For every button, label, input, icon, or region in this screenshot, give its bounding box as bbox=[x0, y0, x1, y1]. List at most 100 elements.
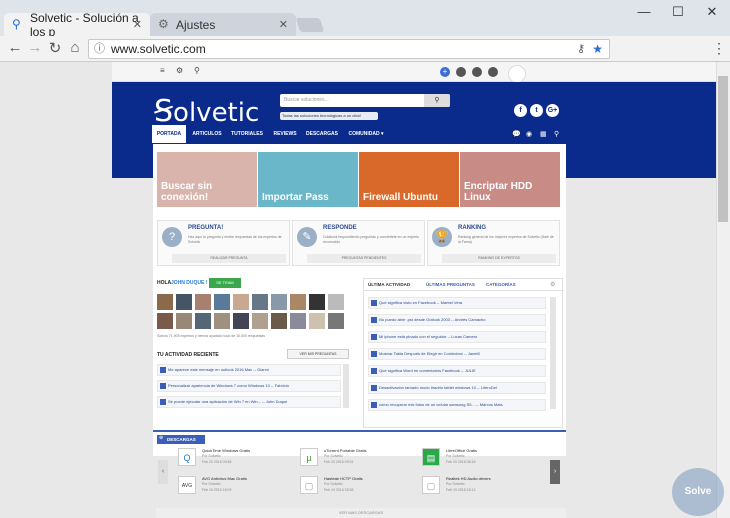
ver-mas-descargas-button[interactable]: VER MAS DESCARGAS bbox=[156, 508, 566, 518]
download-item[interactable]: AVG AVG Antivirus Mac Gratis Por Solveti… bbox=[178, 474, 298, 500]
nav-descargas[interactable]: DESCARGAS bbox=[304, 125, 340, 143]
activity-item[interactable]: Personalizar apariencia de Windows 7 com… bbox=[157, 380, 341, 392]
maximize-icon[interactable]: ☐ bbox=[668, 4, 688, 20]
avatar[interactable] bbox=[271, 294, 287, 310]
download-item[interactable]: ▢ Realtek HD Audio drivers Por Solvetic … bbox=[422, 474, 542, 500]
preguntas-pendientes-button[interactable]: PREGUNTAS PENDIENTES bbox=[307, 254, 421, 263]
nav-articulos[interactable]: ARTICULOS bbox=[190, 125, 224, 143]
avatar[interactable] bbox=[214, 294, 230, 310]
avatar[interactable] bbox=[252, 294, 268, 310]
chat-icon[interactable]: 💬 bbox=[512, 130, 521, 138]
latest-item[interactable]: Mostrar Tabla Después de Elegir en Combo… bbox=[368, 348, 546, 360]
latest-item[interactable]: cómo recuperar mis fotos de un celular s… bbox=[368, 399, 546, 411]
activity-item[interactable]: Me aparece este mensaje en outlook 2016 … bbox=[157, 364, 341, 376]
latest-item[interactable]: Mi iphone está pinado con el seguidor --… bbox=[368, 331, 546, 343]
avatar[interactable] bbox=[214, 313, 230, 329]
new-tab-button[interactable] bbox=[295, 18, 325, 32]
avatar[interactable] bbox=[290, 313, 306, 329]
gear-icon: ⚙ bbox=[158, 17, 169, 31]
rss-icon[interactable]: ◉ bbox=[526, 130, 532, 138]
twitter-icon[interactable]: t bbox=[530, 104, 543, 117]
tile-encriptar[interactable]: Encriptar HDD Linux bbox=[460, 152, 560, 207]
googleplus-icon[interactable]: G+ bbox=[546, 104, 559, 117]
avatar[interactable] bbox=[508, 65, 526, 83]
prev-arrow-icon[interactable]: ‹ bbox=[158, 460, 168, 484]
realizar-pregunta-button[interactable]: REALIZAR PREGUNTA bbox=[172, 254, 286, 263]
tile-buscar[interactable]: Buscar sin conexión! bbox=[157, 152, 257, 207]
scrollbar-thumb[interactable] bbox=[718, 76, 728, 222]
key-icon[interactable]: ⚷ bbox=[577, 40, 585, 58]
ver-mis-preguntas-button[interactable]: VER MIS PREGUNTAS bbox=[287, 349, 349, 359]
address-bar[interactable]: ⓘ www.solvetic.com ⚷ ★ bbox=[88, 39, 610, 59]
avatar[interactable] bbox=[157, 313, 173, 329]
avatar[interactable] bbox=[157, 294, 173, 310]
team-button[interactable]: SE TEAM bbox=[209, 278, 241, 288]
search-icon[interactable]: ⚲ bbox=[194, 66, 200, 75]
solvetic-logo[interactable]: Ꞩolvetic bbox=[154, 94, 264, 129]
menu-icon[interactable]: ⋮ bbox=[712, 40, 726, 57]
forward-icon[interactable]: → bbox=[26, 39, 44, 56]
close-window-icon[interactable]: ✕ bbox=[702, 4, 722, 20]
username-link[interactable]: JOHN DUQUE ! bbox=[171, 280, 207, 286]
add-icon[interactable]: + bbox=[440, 67, 450, 77]
avatar[interactable] bbox=[290, 294, 306, 310]
avatar[interactable] bbox=[328, 313, 344, 329]
user-icon[interactable] bbox=[488, 67, 498, 77]
avatars-grid bbox=[157, 292, 351, 332]
avatar[interactable] bbox=[176, 294, 192, 310]
tile-firewall[interactable]: Firewall Ubuntu bbox=[359, 152, 459, 207]
card-desc: Ranking general de los mejores expertos … bbox=[458, 235, 554, 244]
nav-tutoriales[interactable]: TUTORIALES bbox=[228, 125, 266, 143]
activity-item[interactable]: Se puede ejecutar una aplicación de Win … bbox=[157, 396, 341, 408]
facebook-icon[interactable]: f bbox=[514, 104, 527, 117]
nav-reviews[interactable]: REVIEWS bbox=[270, 125, 300, 143]
close-tab-icon[interactable]: ✕ bbox=[133, 18, 142, 31]
tab-solvetic[interactable]: ⚲ Solvetic - Solución a los p ✕ bbox=[4, 11, 150, 39]
next-arrow-icon[interactable]: › bbox=[550, 460, 560, 484]
download-date: Feb 20 2016 08:18 bbox=[446, 460, 476, 464]
avatar[interactable] bbox=[252, 313, 268, 329]
download-item[interactable]: Q QuickTime Windows Gratis Por Solvetic … bbox=[178, 446, 298, 472]
latest-item[interactable]: Desactivación tarnado modo tiradrio tabl… bbox=[368, 382, 546, 394]
latest-item[interactable]: No puedo abrir .pst desde Outlook 2003 -… bbox=[368, 314, 546, 326]
nav-portada[interactable]: PORTADA bbox=[152, 125, 186, 143]
download-item[interactable]: µ uTorrent Portable Gratis Por Solvetic … bbox=[300, 446, 420, 472]
tile-importar[interactable]: Importar Pass bbox=[258, 152, 358, 207]
tab-ultima-actividad[interactable]: ÚLTIMA ACTIVIDAD bbox=[368, 282, 410, 287]
tab-ultimas-preguntas[interactable]: ÚLTIMAS PREGUNTAS bbox=[426, 282, 475, 287]
avatar[interactable] bbox=[271, 313, 287, 329]
back-icon[interactable]: ← bbox=[6, 39, 24, 56]
avatar[interactable] bbox=[233, 294, 249, 310]
messages-icon[interactable] bbox=[472, 67, 482, 77]
minimize-icon[interactable]: — bbox=[634, 4, 654, 19]
hamburger-icon[interactable]: ≡ bbox=[160, 66, 165, 75]
bookmark-star-icon[interactable]: ★ bbox=[592, 40, 603, 58]
avatar[interactable] bbox=[176, 313, 192, 329]
tab-categorias[interactable]: CATEGORÍAS bbox=[486, 282, 516, 287]
activity-scrollbar[interactable] bbox=[343, 364, 349, 408]
avatar[interactable] bbox=[233, 313, 249, 329]
avatar[interactable] bbox=[328, 294, 344, 310]
settings-icon[interactable]: ⚙ bbox=[176, 66, 183, 75]
tab-settings[interactable]: ⚙ Ajustes ✕ bbox=[150, 13, 296, 36]
ranking-expertos-button[interactable]: RANKING DE EXPERTOS bbox=[442, 254, 556, 263]
close-tab-icon[interactable]: ✕ bbox=[279, 18, 288, 31]
avatar[interactable] bbox=[309, 313, 325, 329]
download-item[interactable]: ▤ LibreOffice Gratis Por Solvetic Feb 20… bbox=[422, 446, 542, 472]
home-icon[interactable]: ⌂ bbox=[66, 39, 84, 56]
avatar[interactable] bbox=[309, 294, 325, 310]
latest-scrollbar[interactable] bbox=[550, 297, 556, 409]
location-icon[interactable]: ⚲ bbox=[554, 130, 559, 138]
latest-item[interactable]: Qué significa visto en Facebook -- Marbe… bbox=[368, 297, 546, 309]
search-filter[interactable]: Todas las soluciones tecnológicas a un c… bbox=[280, 112, 378, 120]
latest-item[interactable]: Qué significa Word en comentarios Facebo… bbox=[368, 365, 546, 377]
nav-comunidad[interactable]: COMUNIDAD ▾ bbox=[344, 125, 388, 143]
download-item[interactable]: ▢ Hashtab HCTP Gratis Por Solvetic Feb 1… bbox=[300, 474, 420, 500]
avatar[interactable] bbox=[195, 313, 211, 329]
notification-icon[interactable] bbox=[456, 67, 466, 77]
calendar-icon[interactable]: ▦ bbox=[540, 130, 547, 138]
search-button[interactable]: ⚲ bbox=[424, 94, 450, 107]
avatar[interactable] bbox=[195, 294, 211, 310]
settings-icon[interactable]: ⚙ bbox=[550, 281, 555, 288]
reload-icon[interactable]: ↻ bbox=[46, 39, 64, 57]
